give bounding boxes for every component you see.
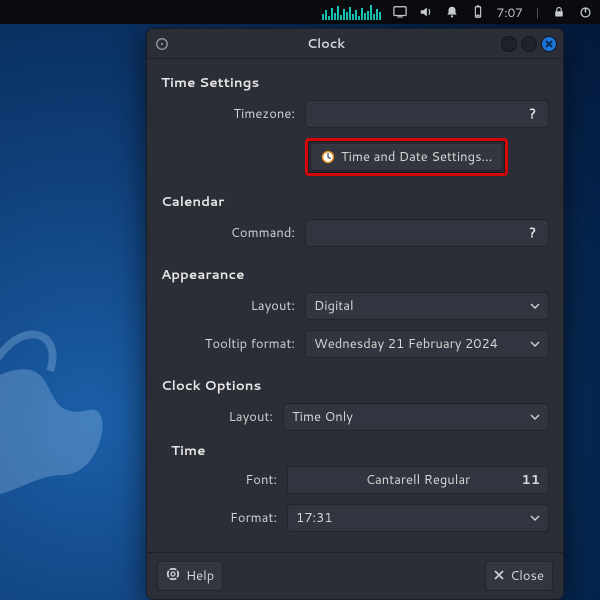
maximize-button[interactable] <box>521 36 537 52</box>
chevron-down-icon <box>530 301 540 311</box>
font-label: Font: <box>207 471 287 489</box>
help-button[interactable]: Help <box>157 561 223 591</box>
tooltip-format-combo[interactable]: Wednesday 21 February 2024 <box>305 330 549 358</box>
font-size: 11 <box>521 471 540 489</box>
format-combo[interactable]: 17:31 <box>287 504 549 532</box>
timezone-label: Timezone: <box>187 105 305 123</box>
minimize-button[interactable] <box>501 36 517 52</box>
chevron-down-icon <box>530 513 540 523</box>
panel-clock[interactable]: 7:07 <box>497 4 523 21</box>
top-panel: 7:07 | <box>0 0 600 24</box>
timezone-input[interactable]: ? <box>305 100 549 128</box>
time-subheading: Time <box>171 441 549 460</box>
lifebuoy-icon <box>166 567 180 586</box>
lock-icon[interactable] <box>552 5 566 19</box>
time-settings-heading: Time Settings <box>161 73 549 92</box>
chevron-down-icon <box>530 412 540 422</box>
cpu-graph <box>322 4 381 20</box>
power-icon[interactable] <box>578 5 592 19</box>
command-label: Command: <box>187 224 305 242</box>
clock-layout-label: Layout: <box>187 408 283 426</box>
close-button[interactable]: Close <box>485 561 553 591</box>
tooltip-format-label: Tooltip format: <box>187 335 305 353</box>
layout-label: Layout: <box>187 297 305 315</box>
display-icon[interactable] <box>393 5 407 19</box>
layout-combo[interactable]: Digital <box>305 292 549 320</box>
dialog-footer: Help Close <box>147 552 563 599</box>
chevron-down-icon <box>530 339 540 349</box>
time-date-settings-button[interactable]: Time and Date Settings... <box>310 143 503 171</box>
close-window-button[interactable] <box>541 36 557 52</box>
window-title: Clock <box>155 35 497 53</box>
highlight-box: Time and Date Settings... <box>305 138 508 176</box>
font-button[interactable]: Cantarell Regular 11 <box>287 466 549 494</box>
clock-layout-combo[interactable]: Time Only <box>283 403 549 431</box>
help-icon[interactable]: ? <box>523 224 542 242</box>
volume-icon[interactable] <box>419 5 433 19</box>
clock-preferences-window: Clock Time Settings Timezone: ? <box>146 28 564 600</box>
help-icon[interactable]: ? <box>523 105 542 123</box>
time-date-settings-label: Time and Date Settings... <box>341 148 492 166</box>
appearance-heading: Appearance <box>161 265 549 284</box>
battery-icon[interactable] <box>471 5 485 19</box>
close-icon <box>494 567 504 585</box>
command-input[interactable]: ? <box>305 219 549 247</box>
calendar-heading: Calendar <box>161 192 549 211</box>
notification-icon[interactable] <box>445 5 459 19</box>
format-label: Format: <box>207 509 287 527</box>
clock-options-heading: Clock Options <box>161 376 549 395</box>
clock-icon <box>321 150 335 164</box>
titlebar[interactable]: Clock <box>147 29 563 59</box>
